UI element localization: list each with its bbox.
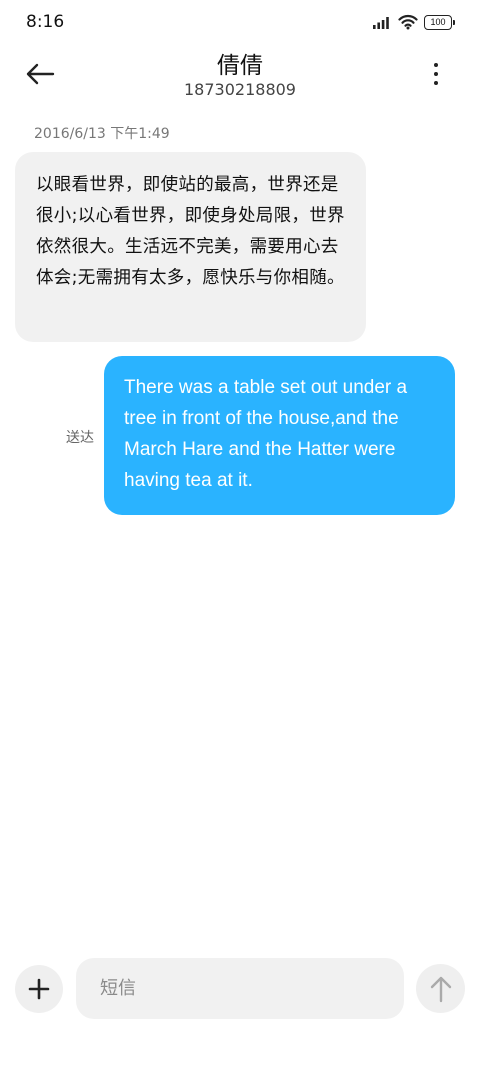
- contact-name: 倩倩: [217, 53, 263, 79]
- more-options-button[interactable]: [424, 58, 448, 90]
- message-input[interactable]: [76, 958, 404, 1019]
- status-icons: 100: [372, 14, 455, 30]
- incoming-message-bubble[interactable]: 以眼看世界，即使站的最高，世界还是很小;以心看世界，即使身处局限，世界依然很大。…: [15, 152, 366, 342]
- delivery-status: 送达: [66, 430, 94, 446]
- signal-icon: [373, 17, 389, 29]
- outgoing-message-bubble[interactable]: There was a table set out under a tree i…: [104, 356, 455, 515]
- contact-phone-number: 18730218809: [184, 80, 296, 99]
- plus-icon: [28, 978, 50, 1000]
- conversation-header: 倩倩 18730218809: [0, 44, 480, 114]
- send-button[interactable]: [416, 964, 465, 1013]
- more-vertical-icon: [434, 63, 438, 67]
- wifi-icon: [398, 14, 418, 30]
- send-arrow-icon: [430, 976, 451, 1002]
- status-time: 8:16: [26, 12, 65, 32]
- attach-button[interactable]: [15, 965, 63, 1013]
- message-timestamp: 2016/6/13 下午1:49: [34, 126, 170, 142]
- battery-icon: 100: [424, 14, 455, 30]
- status-bar: 8:16 100: [0, 0, 480, 44]
- message-composer: [0, 955, 480, 1023]
